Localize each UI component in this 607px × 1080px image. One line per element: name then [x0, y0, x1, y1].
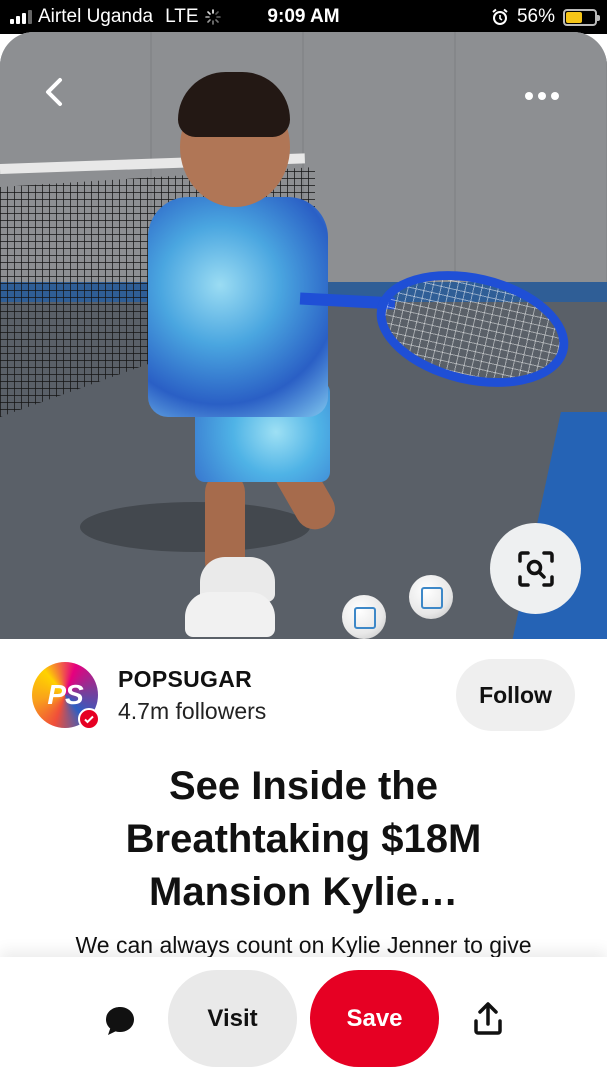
ellipsis-icon	[551, 92, 559, 100]
battery-icon	[563, 8, 600, 26]
pin-description: We can always count on Kylie Jenner to g…	[75, 932, 532, 958]
child-shadow	[80, 502, 310, 552]
share-button[interactable]	[466, 997, 510, 1041]
child-shirt	[148, 197, 328, 417]
pin-title-line: Breathtaking $18M	[125, 817, 482, 861]
follow-button[interactable]: Follow	[456, 659, 575, 731]
creator-row: PS POPSUGAR 4.7m followers Follow	[0, 656, 607, 736]
more-options-button[interactable]	[512, 72, 572, 120]
status-right: 56%	[491, 6, 600, 28]
save-button[interactable]: Save	[310, 970, 439, 1067]
comment-bubble-icon	[106, 1007, 134, 1035]
creator-followers: 4.7m followers	[118, 698, 267, 724]
child-shoe	[185, 592, 275, 637]
creator-name[interactable]: POPSUGAR	[118, 666, 252, 693]
alarm-icon	[492, 8, 508, 25]
visual-search-icon	[517, 550, 554, 587]
battery-fill	[566, 11, 582, 23]
tennis-ball	[409, 575, 453, 619]
share-upload-icon	[474, 1002, 502, 1035]
action-bar: Visit Save	[0, 957, 607, 1080]
avatar[interactable]: PS	[32, 662, 100, 730]
back-button[interactable]	[30, 68, 78, 116]
ellipsis-icon	[525, 92, 533, 100]
visual-search-button[interactable]	[490, 523, 581, 614]
visit-button[interactable]: Visit	[168, 970, 297, 1067]
tennis-ball	[342, 595, 386, 639]
status-bar: Airtel Uganda LTE 9:09 AM 56%	[0, 0, 607, 34]
pin-title-line: Mansion Kylie…	[149, 870, 458, 914]
avatar-text: PS	[47, 679, 83, 710]
battery-percent: 56%	[516, 6, 555, 27]
pin-title-line: See Inside the	[169, 764, 438, 808]
comment-button[interactable]	[98, 999, 142, 1043]
ellipsis-icon	[538, 92, 546, 100]
chevron-left-icon	[46, 78, 62, 106]
pin-title: See Inside the Breathtaking $18M Mansion…	[40, 760, 567, 919]
verified-badge-icon	[78, 708, 100, 730]
